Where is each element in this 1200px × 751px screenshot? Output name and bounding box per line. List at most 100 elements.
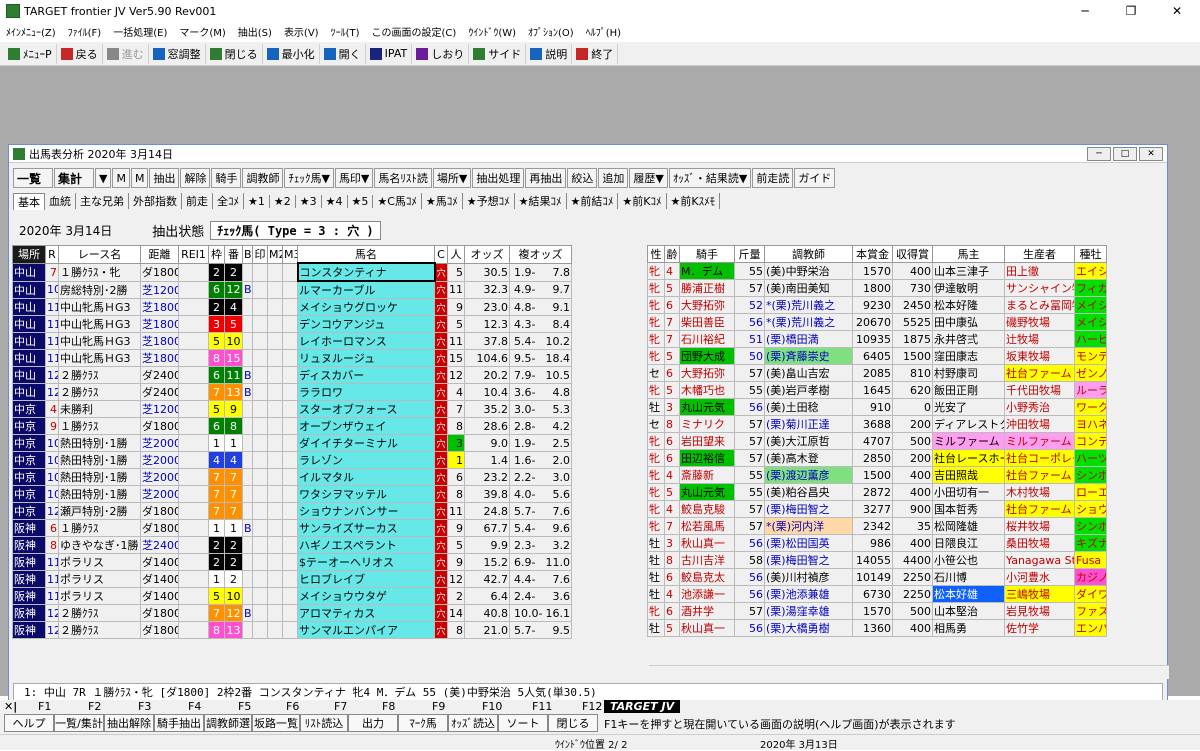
table-row[interactable]: 牝 4 斎藤新 55 (栗)渡辺薫彦 1500 400 吉田照哉 社台ファーム シンボ: [647, 466, 1107, 484]
toolbar-button-10[interactable]: 説明: [526, 43, 573, 64]
left-header-4[interactable]: REI1: [178, 245, 209, 264]
table-row[interactable]: 牝 5 木幡巧也 55 (美)岩戸孝樹 1645 620 飯田正剛 千代田牧場 ルーラ: [647, 381, 1107, 399]
menu-item-8[interactable]: ｳｲﾝﾄﾞｳ(W): [462, 24, 522, 39]
analysis-button-8[interactable]: 調教師: [242, 168, 284, 188]
analysis-button-15[interactable]: 絞込: [567, 168, 598, 188]
close-button[interactable]: ✕: [1154, 0, 1200, 22]
table-row[interactable]: 中山11中山牝馬ＨG3芝180035デンコウアンジュ穴512.34.3-8.4: [12, 315, 572, 333]
menu-item-3[interactable]: マーク(M): [173, 24, 231, 39]
fkey-button-9[interactable]: ｵｯｽﾞ読込: [448, 714, 498, 732]
tab-16[interactable]: ★前Kｺﾒ: [618, 193, 667, 209]
analysis-button-17[interactable]: 履歴▼: [629, 168, 668, 188]
table-row[interactable]: 牝 5 団野大成 50 (栗)斉藤崇史 6405 1500 窪田康志 坂東牧場 モンテ: [647, 347, 1107, 365]
right-header-4[interactable]: 調教師: [764, 245, 853, 263]
table-row[interactable]: 牡8古川吉洋58(栗)梅田智之140554400小笹公也Yanagawa Stu…: [647, 551, 1107, 569]
left-header-10[interactable]: M3: [282, 245, 298, 264]
analysis-button-2[interactable]: ▼: [95, 168, 112, 188]
left-header-0[interactable]: 場所: [12, 245, 46, 264]
fkey-close-icon[interactable]: ✕|: [4, 700, 17, 713]
right-header-0[interactable]: 性: [647, 245, 665, 263]
table-row[interactable]: 中京10熱田特別･1勝芝2000 77 ワタシヲマッテル穴839.8 4.0- 5.6: [12, 485, 572, 503]
tab-15[interactable]: ★前結ｺﾒ: [567, 193, 619, 209]
analysis-button-6[interactable]: 解除: [180, 168, 211, 188]
fkey-button-10[interactable]: ソート: [498, 714, 548, 732]
analysis-button-5[interactable]: 抽出: [149, 168, 180, 188]
left-header-12[interactable]: C: [434, 245, 448, 264]
table-row[interactable]: 阪神12２勝ｸﾗｽダ1800813サンマルエンパイア穴821.05.7-9.5: [12, 621, 572, 639]
table-row[interactable]: 中山10房総特別･2勝芝1200 612B ルマーカーブル穴1132.3 4.9- 9.…: [12, 280, 572, 299]
analysis-button-10[interactable]: 馬印▼: [334, 168, 374, 188]
table-row[interactable]: 中京 4 未勝利 芝1200 5 9 スターオブフォース穴 7 35.2 3.0- 5.3: [12, 400, 572, 418]
toolbar-button-1[interactable]: 戻る: [57, 43, 103, 64]
analysis-button-7[interactable]: 騎手: [211, 168, 242, 188]
left-header-6[interactable]: 番: [224, 245, 243, 264]
toolbar-button-6[interactable]: 開く: [320, 43, 366, 64]
tab-2[interactable]: 主な兄弟: [76, 193, 129, 209]
table-row[interactable]: 中山12２勝ｸﾗｽダ2400611Bディスカバー穴1220.27.9-10.5: [12, 366, 572, 384]
fkey-button-7[interactable]: 出力: [348, 714, 398, 732]
analysis-button-13[interactable]: 抽出処理: [472, 168, 525, 188]
table-row[interactable]: 中山12２勝ｸﾗｽダ2400 713B ララロワ穴410.4 3.6- 4.8: [12, 383, 572, 401]
horizontal-scrollbar[interactable]: [649, 665, 1169, 679]
left-header-8[interactable]: 印: [252, 245, 268, 264]
toolbar-button-2[interactable]: 進む: [103, 43, 149, 64]
menu-item-0[interactable]: ﾒｲﾝﾒﾆｭｰ(Z): [0, 24, 62, 39]
analysis-button-0[interactable]: 一覧: [13, 168, 53, 188]
analysis-button-16[interactable]: 追加: [598, 168, 629, 188]
tab-3[interactable]: 外部指数: [129, 193, 182, 209]
tab-17[interactable]: ★前Kｽﾒﾓ: [667, 193, 721, 209]
right-header-6[interactable]: 収得賞: [892, 245, 933, 263]
tab-13[interactable]: ★予想ｺﾒ: [463, 193, 515, 209]
table-row[interactable]: 牝 5 丸山元気 55 (美)粕谷昌央 2872 400 小田切有一 木村牧場 ローエ: [647, 483, 1107, 501]
fkey-button-0[interactable]: ヘルプ: [4, 714, 54, 732]
menu-item-2[interactable]: 一括処理(E): [107, 24, 173, 39]
right-header-5[interactable]: 本賞金: [852, 245, 893, 263]
analysis-button-4[interactable]: M: [130, 168, 149, 188]
right-header-3[interactable]: 斤量: [734, 245, 765, 263]
toolbar-button-7[interactable]: IPAT: [366, 43, 413, 64]
fkey-button-5[interactable]: 坂路一覧: [252, 714, 300, 732]
table-row[interactable]: 牝 7 石川裕紀 51 (栗)橋田満 10935 1875 永井啓弍 辻牧場 ハーピ: [647, 330, 1107, 348]
toolbar-button-0[interactable]: ﾒﾆｭｰP: [4, 43, 57, 64]
menu-item-1[interactable]: ﾌｧｲﾙ(F): [62, 24, 108, 39]
tab-9[interactable]: ★4: [322, 194, 348, 208]
table-row[interactable]: 中山 7 １勝ｸﾗｽ・牝 ダ1800 2 2 コンスタンティナ穴 5 30.5 1.9- 7.8: [12, 262, 572, 282]
left-header-5[interactable]: 枠: [208, 245, 225, 264]
table-row[interactable]: 中山11中山牝馬ＨG3芝1800510レイホーロマンス穴1137.85.4-10…: [12, 332, 572, 350]
table-row[interactable]: 阪神12２勝ｸﾗｽダ1800712Bアロマティカス穴1440.810.0-16.…: [12, 604, 572, 622]
tab-14[interactable]: ★結果ｺﾒ: [515, 193, 567, 209]
child-minimize-button[interactable]: ─: [1087, 147, 1111, 161]
table-row[interactable]: 牝5勝浦正樹57(美)南田美知1800730伊達敏明サンシャイン牧場フィガ: [647, 279, 1107, 297]
table-row[interactable]: セ8ミナリク57(栗)菊川正達3688200ディアレストクラブ沖田牧場ヨハネ: [647, 415, 1107, 433]
table-row[interactable]: 阪神 6 １勝ｸﾗｽ ダ1800 1 1 B サンライズサーカス穴 9 67.7 5.4- 9.6: [12, 519, 572, 537]
tab-7[interactable]: ★2: [270, 194, 296, 208]
toolbar-button-11[interactable]: 終了: [572, 43, 619, 64]
fkey-button-3[interactable]: 騎手抽出: [154, 714, 204, 732]
tab-1[interactable]: 血統: [45, 193, 76, 209]
fkey-button-6[interactable]: ﾘｽﾄ読込: [300, 714, 348, 732]
analysis-button-11[interactable]: 馬名ﾘｽﾄ読: [374, 168, 432, 188]
left-header-2[interactable]: レース名: [58, 245, 141, 264]
child-maximize-button[interactable]: □: [1113, 147, 1137, 161]
left-header-3[interactable]: 距離: [140, 245, 179, 264]
table-row[interactable]: 阪神11ポラリスダ1400 22 $テーオーヘリオス穴915.2 6.9- 11.0: [12, 553, 572, 571]
right-header-2[interactable]: 騎手: [679, 245, 735, 263]
tab-4[interactable]: 前走: [182, 193, 213, 209]
table-row[interactable]: 中京12瀬戸特別･2勝ダ1800 77 ショウナンバンサー穴1124.8 5.7- 7.…: [12, 502, 572, 520]
tab-0[interactable]: 基本: [13, 192, 45, 210]
left-header-14[interactable]: オッズ: [464, 245, 510, 264]
table-row[interactable]: 牝6田辺裕信57(美)高木登2850200社台レースホース社台コーポレーシハーツ: [647, 449, 1107, 467]
left-header-7[interactable]: B: [242, 245, 253, 264]
analysis-button-1[interactable]: 集計: [54, 168, 94, 188]
menu-item-7[interactable]: この画面の設定(C): [366, 24, 463, 39]
table-row[interactable]: 阪神 8 ゆきやなぎ･1勝 芝2400 2 2 ハギノエスペラント穴 5 9.9 2.3- 3.2: [12, 536, 572, 554]
table-row[interactable]: 牝 6 岩田望来 57 (美)大江原哲 4707 500 ミルファーム ミルファーム コンデ: [647, 432, 1107, 450]
table-row[interactable]: 牝 7 柴田善臣 56 *(栗)荒川義之 20670 5525 田中康弘 磯野牧場 メイシ: [647, 313, 1107, 331]
right-header-7[interactable]: 馬主: [932, 245, 1005, 263]
left-header-11[interactable]: 馬名: [297, 245, 435, 264]
table-row[interactable]: 牡 5 秋山真一 56 (栗)大橋勇樹 1360 400 相馬勇 佐竹学 エンパ: [647, 619, 1107, 637]
table-row[interactable]: 牡 3 丸山元気 56 (美)土田稔 910 0 光安了 小野秀治 ワーク: [647, 398, 1107, 416]
analysis-button-12[interactable]: 場所▼: [432, 168, 472, 188]
table-row[interactable]: 中山11中山牝馬ＨG3芝1800815リュヌルージュ穴15104.69.5-18…: [12, 349, 572, 367]
toolbar-button-4[interactable]: 閉じる: [206, 43, 263, 64]
